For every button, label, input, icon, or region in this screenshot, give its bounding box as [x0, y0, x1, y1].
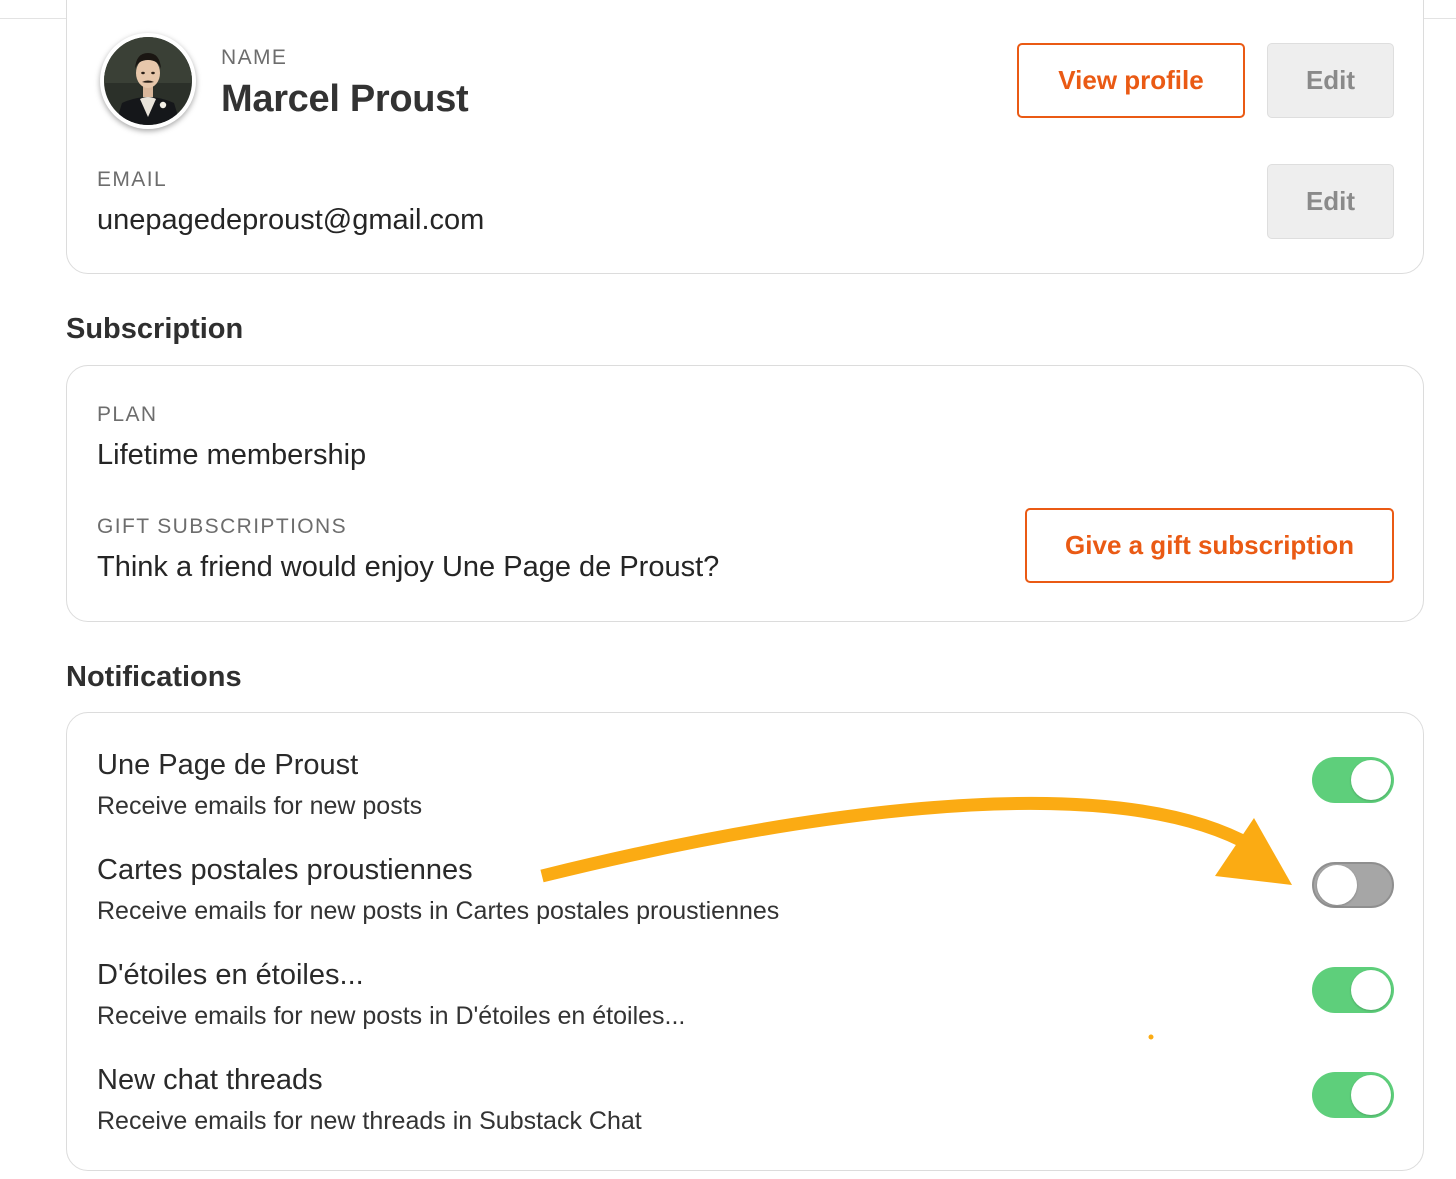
notification-subtitle: Receive emails for new threads in Substa… [97, 1107, 642, 1135]
notification-title: New chat threads [97, 1064, 323, 1096]
plan-value: Lifetime membership [97, 439, 367, 471]
notification-title: D'étoiles en étoiles... [97, 959, 364, 991]
toggle-cartes-postales-proustiennes[interactable] [1312, 862, 1394, 908]
portrait-avatar [101, 34, 195, 128]
gift-subscriptions-text: Think a friend would enjoy Une Page de P… [97, 551, 720, 583]
toggle-knob [1317, 865, 1357, 905]
edit-name-label: Edit [1305, 65, 1356, 95]
subscription-heading: Subscription [66, 313, 244, 345]
profile-name: Marcel Proust [221, 78, 469, 120]
notification-subtitle: Receive emails for new posts [97, 792, 423, 820]
email-value: unepagedeproust@gmail.com [97, 204, 485, 236]
edit-name-button[interactable]: Edit [1267, 43, 1394, 118]
toggle-knob [1351, 970, 1391, 1010]
toggle-new-chat-threads[interactable] [1312, 1072, 1394, 1118]
name-label: NAME [221, 46, 288, 69]
notification-subtitle: Receive emails for new posts in D'étoile… [97, 1002, 686, 1030]
edit-email-button[interactable]: Edit [1267, 164, 1394, 239]
view-profile-label: View profile [1058, 65, 1204, 95]
notifications-heading: Notifications [66, 661, 242, 693]
plan-label: PLAN [97, 403, 158, 426]
give-gift-subscription-button[interactable]: Give a gift subscription [1025, 508, 1394, 583]
toggle-knob [1351, 760, 1391, 800]
notification-title: Une Page de Proust [97, 749, 359, 781]
notification-subtitle: Receive emails for new posts in Cartes p… [97, 897, 780, 925]
notification-title: Cartes postales proustiennes [97, 854, 473, 886]
toggle-etoiles-en-etoiles[interactable] [1312, 967, 1394, 1013]
edit-email-label: Edit [1305, 186, 1356, 216]
gift-subscriptions-label: GIFT SUBSCRIPTIONS [97, 515, 348, 538]
give-gift-subscription-label: Give a gift subscription [1065, 530, 1354, 560]
avatar[interactable] [100, 33, 196, 129]
view-profile-button[interactable]: View profile [1017, 43, 1245, 118]
toggle-knob [1351, 1075, 1391, 1115]
email-label: EMAIL [97, 168, 168, 191]
toggle-une-page-de-proust[interactable] [1312, 757, 1394, 803]
